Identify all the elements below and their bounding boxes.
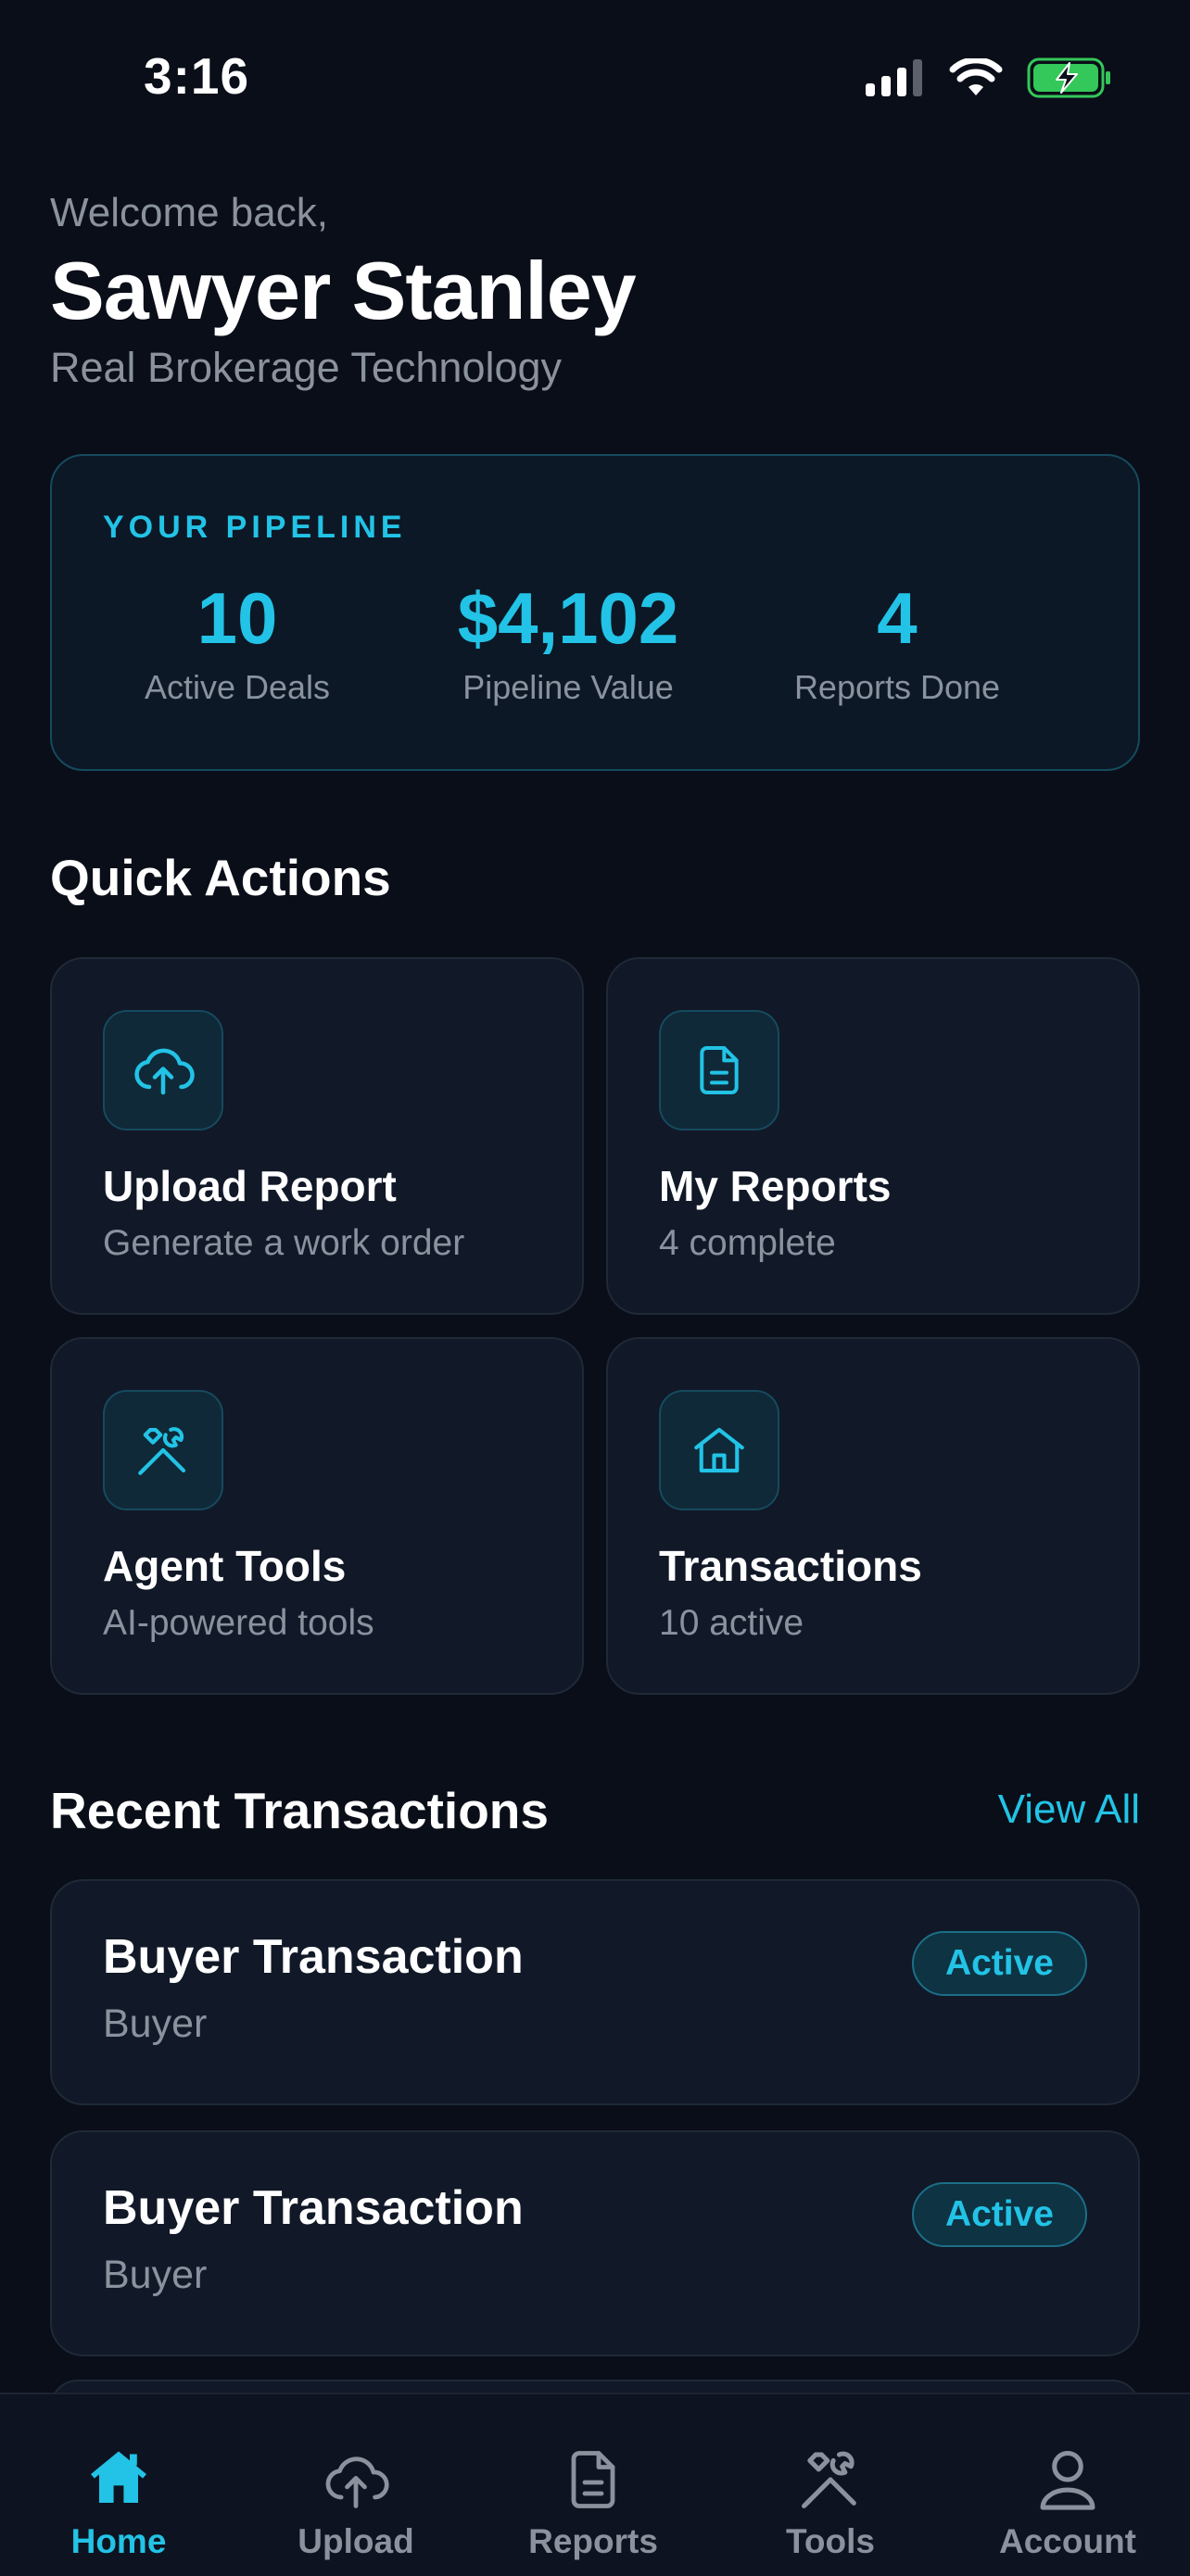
- action-subtitle: AI-powered tools: [103, 1603, 374, 1643]
- signal-icon: [866, 59, 922, 96]
- reports-icon-container: [659, 1010, 779, 1130]
- tab-bar: Home Upload Reports Tools Account: [0, 2393, 1190, 2576]
- transaction-title: Buyer Transaction: [103, 1930, 524, 1984]
- stat-label: Active Deals: [144, 668, 331, 706]
- greeting: Welcome back, Sawyer Stanley Real Broker…: [50, 190, 637, 392]
- action-title: Upload Report: [103, 1162, 397, 1210]
- stat-active-deals: 10 Active Deals: [80, 576, 395, 707]
- tab-tools[interactable]: Tools: [712, 2394, 949, 2576]
- user-name: Sawyer Stanley: [50, 245, 637, 336]
- tools-icon: [138, 1427, 186, 1475]
- stat-pipeline-value: $4,102 Pipeline Value: [411, 576, 726, 707]
- action-title: My Reports: [659, 1162, 892, 1210]
- action-title: Agent Tools: [103, 1542, 347, 1590]
- document-icon: [571, 2451, 615, 2508]
- agent-tools-card[interactable]: Agent Tools AI-powered tools: [50, 1337, 584, 1695]
- recent-transactions-title: Recent Transactions: [50, 1782, 549, 1839]
- tab-account[interactable]: Account: [949, 2394, 1186, 2576]
- status-bar: 3:16: [0, 0, 1190, 158]
- cloud-upload-icon: [134, 1048, 195, 1095]
- cloud-upload-icon: [325, 2456, 389, 2508]
- tab-label: Reports: [528, 2522, 658, 2560]
- document-icon: [700, 1046, 739, 1094]
- tab-label: Upload: [298, 2522, 414, 2560]
- welcome-text: Welcome back,: [50, 190, 328, 235]
- action-subtitle: 4 complete: [659, 1223, 836, 1263]
- quick-actions-title: Quick Actions: [50, 849, 391, 906]
- stat-value: 4: [877, 577, 918, 659]
- transaction-type: Buyer: [103, 2001, 208, 2046]
- my-reports-card[interactable]: My Reports 4 complete: [606, 957, 1140, 1315]
- tools-icon: [801, 2451, 856, 2509]
- upload-report-card[interactable]: Upload Report Generate a work order: [50, 957, 584, 1315]
- tab-label: Home: [70, 2522, 167, 2560]
- stat-value: 10: [196, 577, 278, 659]
- stat-value: $4,102: [457, 577, 679, 659]
- transaction-row[interactable]: Buyer Transaction Buyer Active: [50, 2130, 1140, 2356]
- upload-icon-container: [103, 1010, 223, 1130]
- house-icon-container: [659, 1390, 779, 1510]
- stat-reports-done: 4 Reports Done: [740, 576, 1055, 707]
- tab-home[interactable]: Home: [0, 2394, 237, 2576]
- company-name: Real Brokerage Technology: [50, 344, 563, 391]
- action-subtitle: 10 active: [659, 1603, 804, 1643]
- stat-label: Reports Done: [793, 668, 1001, 706]
- stat-label: Pipeline Value: [462, 668, 674, 706]
- transaction-row[interactable]: Buyer Transaction Buyer Active: [50, 1879, 1140, 2105]
- tools-icon-container: [103, 1390, 223, 1510]
- home-icon: [91, 2451, 146, 2503]
- status-icons: [866, 57, 1112, 98]
- pipeline-card: YOUR PIPELINE 10 Active Deals $4,102 Pip…: [50, 454, 1140, 771]
- status-time: 3:16: [144, 47, 250, 105]
- view-all-link[interactable]: View All: [998, 1787, 1140, 1833]
- tab-reports[interactable]: Reports: [475, 2394, 712, 2576]
- action-title: Transactions: [659, 1542, 922, 1590]
- tab-upload[interactable]: Upload: [237, 2394, 475, 2576]
- status-badge: Active: [911, 2182, 1087, 2247]
- person-icon: [1040, 2450, 1095, 2510]
- battery-icon: [1027, 57, 1110, 98]
- wifi-icon: [949, 58, 1003, 95]
- house-icon: [694, 1427, 744, 1473]
- transactions-card[interactable]: Transactions 10 active: [606, 1337, 1140, 1695]
- status-badge: Active: [911, 1931, 1087, 1996]
- pipeline-title: YOUR PIPELINE: [103, 510, 407, 545]
- transaction-title: Buyer Transaction: [103, 2181, 524, 2235]
- tab-label: Tools: [786, 2522, 875, 2560]
- transaction-type: Buyer: [103, 2253, 208, 2297]
- action-subtitle: Generate a work order: [103, 1223, 465, 1263]
- tab-label: Account: [999, 2522, 1136, 2560]
